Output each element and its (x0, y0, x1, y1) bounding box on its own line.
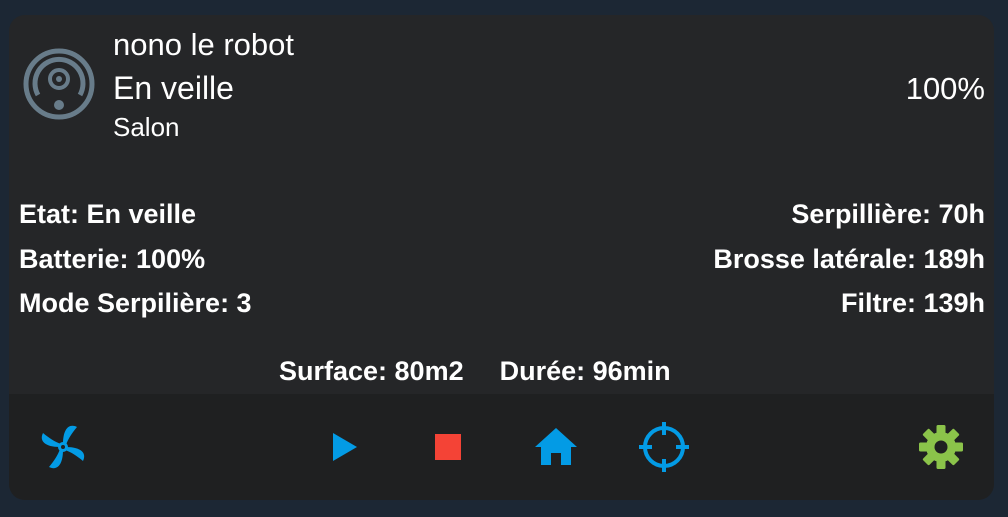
side-brush-hours-info: Brosse latérale: 189h (713, 244, 985, 274)
vacuum-card: nono le robot En veille Salon 100% Etat:… (9, 15, 994, 500)
filter-hours-info: Filtre: 139h (840, 288, 985, 318)
stop-button[interactable] (420, 419, 476, 475)
fan-speed-button[interactable] (35, 419, 91, 475)
home-icon (535, 428, 577, 465)
start-button[interactable] (315, 419, 371, 475)
duration-stat: Durée: 96min (499, 356, 671, 386)
locate-button[interactable] (636, 419, 692, 475)
robot-room: Salon (113, 112, 180, 142)
toolbar (9, 394, 994, 500)
battery-info: Batterie: 100% (19, 244, 206, 274)
robot-vacuum-icon[interactable] (22, 47, 96, 121)
gear-icon (919, 425, 963, 469)
robot-name[interactable]: nono le robot (113, 27, 294, 63)
stop-icon (435, 434, 461, 460)
settings-button[interactable] (913, 419, 969, 475)
play-icon (333, 433, 357, 461)
fan-icon (41, 425, 85, 469)
robot-status: En veille (113, 70, 234, 106)
mop-mode-info: Mode Serpilière: 3 (19, 288, 252, 318)
crosshairs-icon (639, 422, 689, 472)
battery-level: 100% (905, 71, 985, 106)
state-info: Etat: En veille (19, 199, 197, 229)
cleaning-stats: Surface: 80m2 Durée: 96min (279, 355, 671, 387)
return-home-button[interactable] (528, 419, 584, 475)
surface-stat: Surface: 80m2 (279, 356, 464, 386)
mop-hours-info: Serpillière: 70h (791, 199, 985, 229)
